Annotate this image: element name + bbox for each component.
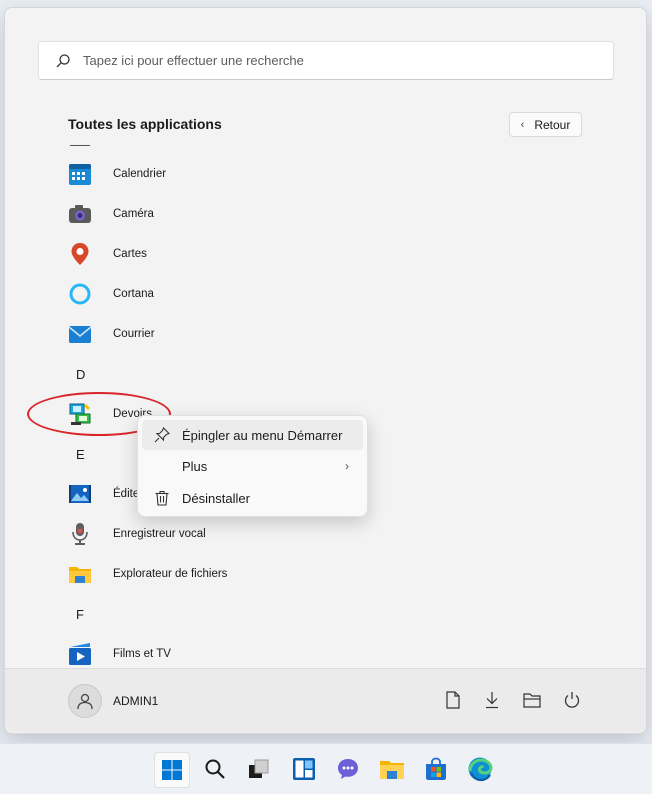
context-menu-label: Désinstaller: [182, 490, 250, 506]
app-label: Édite: [113, 488, 140, 500]
app-item-editeur[interactable]: Édite: [68, 478, 139, 510]
context-menu-label: Plus: [182, 458, 208, 474]
documents-button[interactable]: [443, 690, 463, 710]
chevron-right-icon: ›: [345, 459, 349, 473]
app-label: Enregistreur vocal: [113, 528, 206, 540]
folder-icon: [68, 562, 92, 586]
app-item-courrier[interactable]: Courrier: [68, 318, 155, 350]
app-label: Cortana: [113, 288, 154, 300]
maps-pin-icon: [68, 242, 92, 266]
file-explorer-button[interactable]: [522, 690, 542, 710]
taskbar-store[interactable]: [419, 752, 453, 786]
pin-icon: [152, 425, 172, 445]
video-editor-icon: [68, 482, 92, 506]
app-label: Explorateur de fichiers: [113, 568, 228, 580]
downloads-icon: [486, 692, 498, 709]
context-menu: Épingler au menu Démarrer Plus › Désinst…: [137, 415, 368, 517]
user-name[interactable]: ADMIN1: [113, 694, 158, 708]
documents-icon: [446, 691, 460, 709]
app-label: Courrier: [113, 328, 155, 340]
films-tv-icon: [68, 642, 92, 666]
context-menu-uninstall[interactable]: Désinstaller: [142, 483, 363, 513]
store-icon: [426, 757, 446, 780]
file-explorer-icon: [523, 693, 541, 708]
back-button[interactable]: ‹ Retour: [509, 112, 582, 137]
power-icon: [564, 692, 580, 708]
chat-icon: [338, 759, 358, 779]
start-icon: [162, 760, 182, 780]
chevron-left-icon: ‹: [520, 118, 525, 131]
search-placeholder[interactable]: Tapez ici pour effectuer une recherche: [83, 53, 304, 68]
app-item-cortana[interactable]: Cortana: [68, 278, 154, 310]
search-box[interactable]: Tapez ici pour effectuer une recherche: [38, 41, 614, 80]
taskbar-task-view[interactable]: [242, 752, 276, 786]
camera-icon: [68, 202, 92, 226]
trash-icon: [152, 488, 172, 508]
task-view-icon: [249, 759, 269, 778]
taskbar-edge[interactable]: [463, 752, 497, 786]
context-menu-label: Épingler au menu Démarrer: [182, 427, 343, 443]
app-item-explorateur[interactable]: Explorateur de fichiers: [68, 558, 227, 590]
search-icon: [55, 53, 71, 69]
widgets-icon: [293, 758, 315, 780]
section-divider: [70, 145, 90, 146]
app-item-camera[interactable]: Caméra: [68, 198, 154, 230]
app-label: Films et TV: [113, 648, 171, 660]
taskbar-chat[interactable]: [331, 752, 365, 786]
page-title: Toutes les applications: [68, 116, 222, 132]
calendar-icon: [68, 162, 92, 186]
power-button[interactable]: [562, 690, 582, 710]
user-icon: [77, 693, 93, 710]
start-menu: Tapez ici pour effectuer une recherche T…: [4, 7, 647, 734]
context-menu-pin[interactable]: Épingler au menu Démarrer: [142, 420, 363, 450]
edge-icon: [468, 757, 493, 782]
taskbar-start[interactable]: [154, 752, 190, 788]
back-button-label: Retour: [534, 117, 571, 132]
taskbar: [0, 743, 652, 794]
cortana-ring-icon: [68, 282, 92, 306]
taskbar-search[interactable]: [198, 752, 232, 786]
app-item-calendrier[interactable]: Calendrier: [68, 158, 166, 190]
file-explorer-icon: [380, 761, 404, 779]
app-label: Calendrier: [113, 168, 167, 180]
app-item-films-tv[interactable]: Films et TV: [68, 638, 171, 670]
app-label: Caméra: [113, 208, 154, 220]
microphone-icon: [68, 522, 92, 546]
mail-icon: [68, 322, 92, 346]
taskbar-file-explorer[interactable]: [375, 752, 409, 786]
context-menu-more[interactable]: Plus ›: [142, 451, 363, 481]
taskbar-widgets[interactable]: [287, 752, 321, 786]
section-letter-e[interactable]: E: [76, 447, 85, 462]
search-icon: [205, 759, 225, 779]
app-label: Cartes: [113, 248, 147, 260]
app-item-cartes[interactable]: Cartes: [68, 238, 147, 270]
downloads-button[interactable]: [482, 690, 502, 710]
section-letter-d[interactable]: D: [76, 367, 85, 382]
avatar[interactable]: [68, 684, 102, 718]
app-item-enregistreur-vocal[interactable]: Enregistreur vocal: [68, 518, 206, 550]
section-letter-f[interactable]: F: [76, 607, 84, 622]
